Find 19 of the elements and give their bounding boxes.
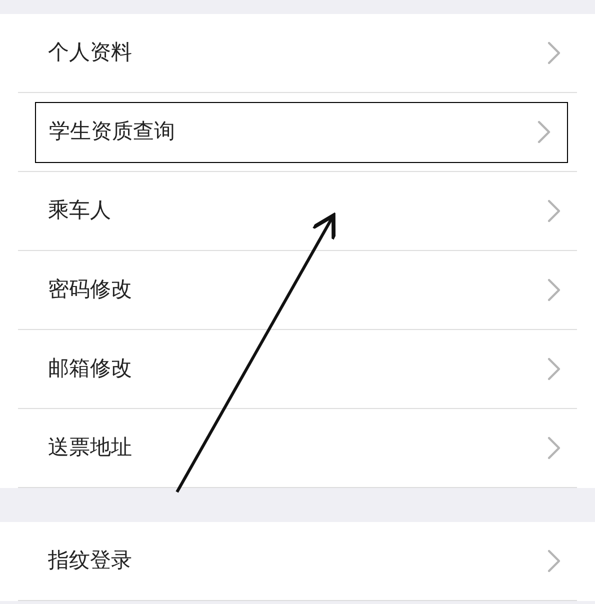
menu-item[interactable]: 乘车人 bbox=[18, 172, 577, 251]
chevron-right-icon bbox=[537, 120, 551, 144]
menu-item[interactable]: 送票地址 bbox=[18, 409, 577, 488]
menu-item-label: 个人资料 bbox=[48, 39, 132, 66]
menu-item[interactable]: 个人资料 bbox=[18, 14, 577, 93]
menu-item[interactable]: 密码修改 bbox=[18, 251, 577, 330]
menu-item-label: 密码修改 bbox=[48, 276, 132, 304]
chevron-right-icon bbox=[547, 41, 561, 65]
menu-item-label: 送票地址 bbox=[48, 434, 132, 462]
chevron-right-icon bbox=[547, 549, 561, 573]
menu-item[interactable]: 邮箱修改 bbox=[18, 330, 577, 409]
menu-item-label: 邮箱修改 bbox=[48, 355, 132, 382]
chevron-right-icon bbox=[547, 278, 561, 302]
menu-item-label: 指纹登录 bbox=[48, 547, 132, 574]
chevron-right-icon bbox=[547, 357, 561, 381]
menu-item-label: 学生资质查询 bbox=[49, 118, 175, 146]
chevron-right-icon bbox=[547, 199, 561, 223]
menu-item-label: 乘车人 bbox=[48, 197, 111, 224]
chevron-right-icon bbox=[547, 436, 561, 460]
